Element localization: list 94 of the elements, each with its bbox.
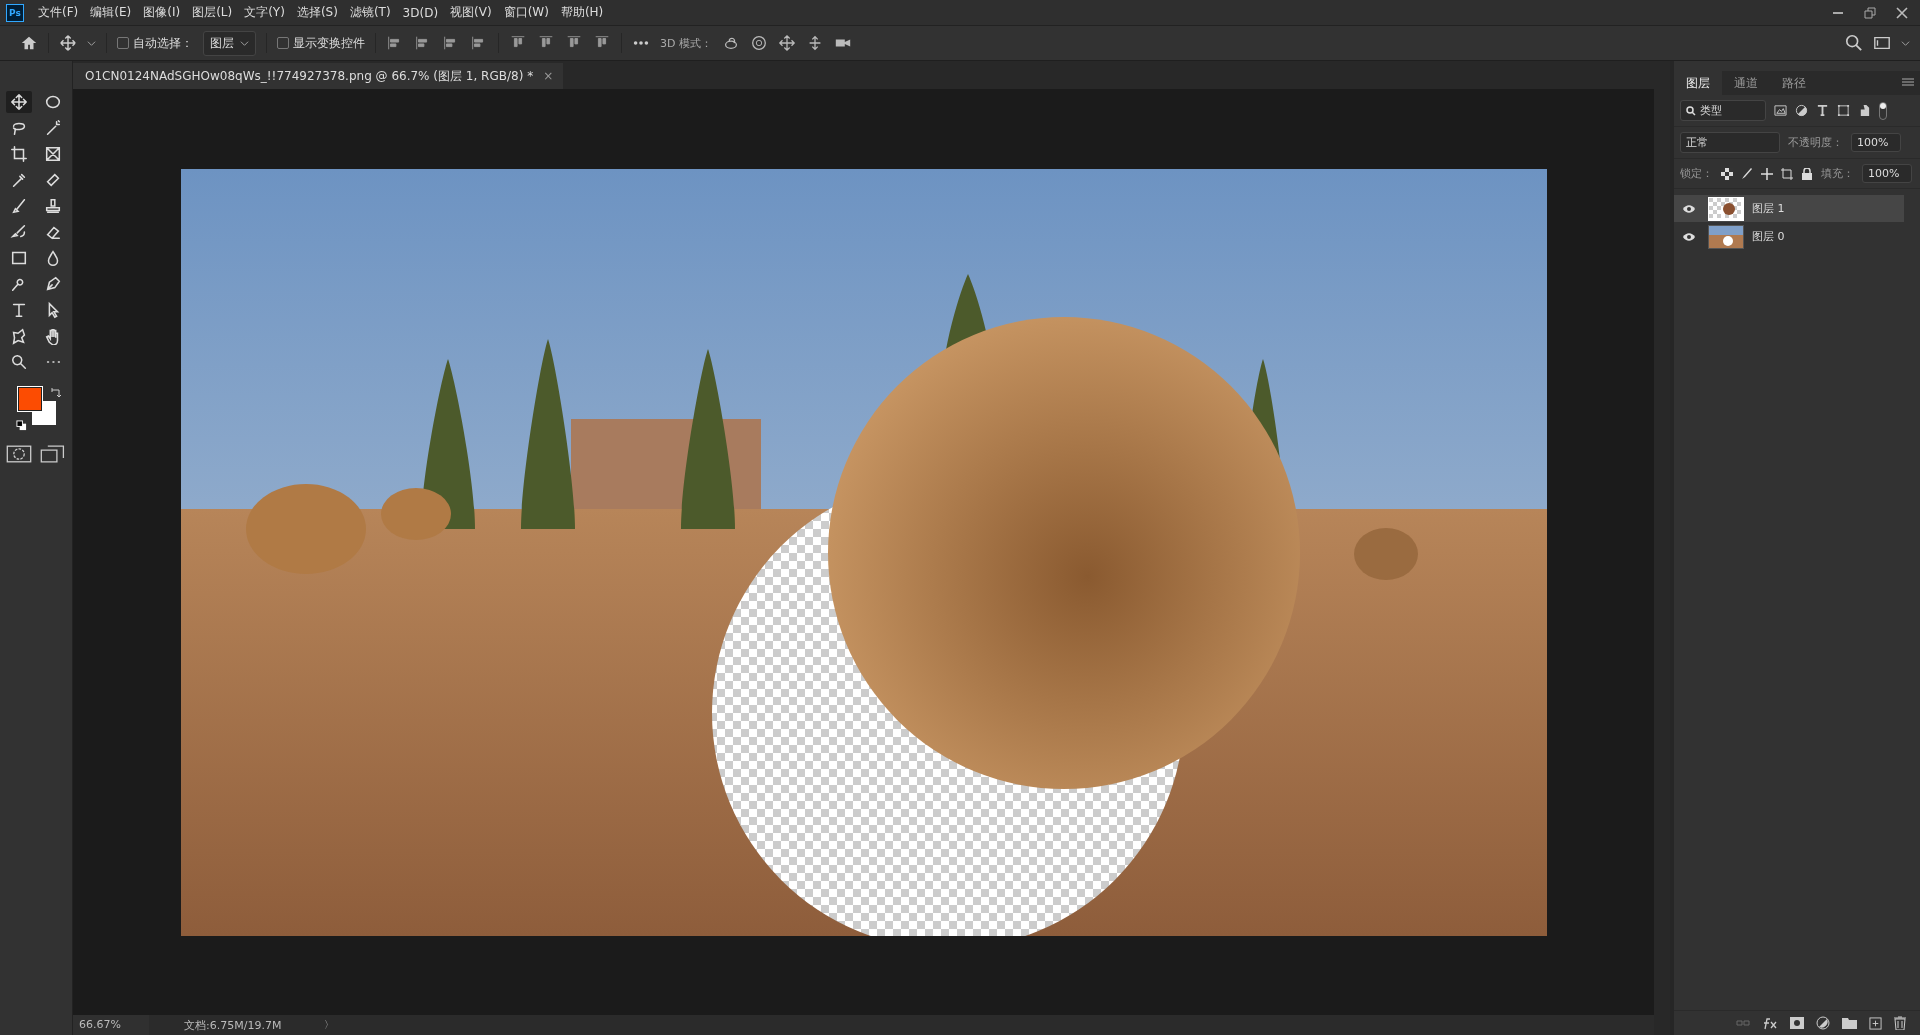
eye-icon[interactable] <box>1682 231 1696 242</box>
lock-icon[interactable] <box>1801 167 1813 180</box>
document-size: 文档:6.75M/19.7M <box>184 1017 283 1033</box>
move-tool[interactable] <box>6 91 32 113</box>
search-icon <box>1686 105 1696 116</box>
effects-icon[interactable] <box>1762 1016 1778 1030</box>
document-tab[interactable]: O1CN0124NAdSGHOw08qWs_!!774927378.png @ 66.7% (图层 1, RGB/8) * × <box>73 63 564 89</box>
frame-icon <box>44 145 62 163</box>
close-icon <box>1896 6 1908 19</box>
opacity-label: 不透明度： <box>1788 135 1843 150</box>
menu-item[interactable]: 文件(F) <box>38 4 79 21</box>
shape-icon <box>10 327 28 345</box>
lock-pixels-icon[interactable] <box>1721 167 1733 180</box>
image-filter-icon[interactable] <box>1774 104 1787 117</box>
layer-name: 图层 1 <box>1752 201 1785 216</box>
caret-icon[interactable] <box>87 38 96 48</box>
lock-label: 锁定： <box>1680 166 1713 181</box>
eyedropper-icon <box>10 171 28 189</box>
smart-object-filter-icon[interactable] <box>1858 104 1871 117</box>
panel-tab[interactable]: 路径 <box>1770 70 1818 96</box>
menu-item[interactable]: 帮助(H) <box>560 4 604 21</box>
pan-icon[interactable] <box>777 34 796 52</box>
adjustment-icon[interactable] <box>1816 1016 1830 1030</box>
type-icon <box>10 301 28 319</box>
brush-icon[interactable] <box>1741 167 1753 180</box>
folder-icon[interactable] <box>1842 1017 1857 1029</box>
shape-filter-icon[interactable] <box>1837 104 1850 117</box>
fill-label: 填充： <box>1821 166 1854 181</box>
brush-icon <box>10 197 28 215</box>
caret-icon[interactable] <box>1901 38 1910 48</box>
layer-name: 图层 0 <box>1752 229 1785 244</box>
checkbox[interactable] <box>277 37 289 49</box>
checkbox[interactable] <box>117 37 129 49</box>
layer-thumbnail <box>1708 196 1744 221</box>
zoom-icon <box>10 353 28 371</box>
auto-select-label: 自动选择： <box>133 34 193 52</box>
move-icon[interactable] <box>1761 167 1773 180</box>
layer-row[interactable]: 图层 0 <box>1674 223 1904 250</box>
close-tab-button[interactable]: × <box>543 69 554 83</box>
magic-wand-icon <box>44 119 62 137</box>
stamp-icon <box>44 197 62 215</box>
mask-icon[interactable] <box>1790 1017 1804 1029</box>
screen-mode-icon[interactable] <box>40 443 66 465</box>
fill-field[interactable]: 100% <box>1862 164 1912 183</box>
zoom-level[interactable]: 66.67% <box>73 1015 149 1035</box>
minimize-icon <box>1832 11 1844 14</box>
quick-mask-icon[interactable] <box>6 443 32 465</box>
target-dropdown[interactable]: 图层 <box>203 30 256 56</box>
pen-icon <box>44 275 62 293</box>
workspace-icon[interactable] <box>1873 34 1891 52</box>
move-icon <box>10 93 28 111</box>
menu-item[interactable]: 窗口(W) <box>503 4 549 21</box>
opacity-field[interactable]: 100% <box>1851 133 1901 152</box>
menu-item[interactable]: 文字(Y) <box>244 4 285 21</box>
caret-icon <box>240 38 249 48</box>
menu-item[interactable]: 图像(I) <box>143 4 181 21</box>
adjustment-filter-icon[interactable] <box>1795 104 1808 117</box>
artboard-icon[interactable] <box>1781 167 1793 180</box>
3d-mode-label: 3D 模式： <box>660 35 712 51</box>
filter-toggle[interactable] <box>1879 101 1887 120</box>
new-layer-icon[interactable] <box>1869 1016 1882 1030</box>
panel-tab[interactable]: 图层 <box>1674 70 1722 96</box>
restore-icon <box>1864 6 1876 19</box>
default-colors-icon[interactable] <box>16 420 27 431</box>
swap-icon[interactable] <box>50 387 62 399</box>
document-title: O1CN0124NAdSGHOw08qWs_!!774927378.png @ 66.7% (图层 1, RGB/8) * <box>85 67 534 85</box>
blend-mode-dropdown[interactable]: 正常 <box>1680 132 1780 153</box>
panel-tab[interactable]: 通道 <box>1722 70 1770 96</box>
app-logo[interactable]: Ps <box>6 3 24 22</box>
transform-controls-label: 显示变换控件 <box>293 34 365 52</box>
more-icon <box>44 360 62 364</box>
home-icon[interactable] <box>20 34 38 52</box>
trash-icon[interactable] <box>1894 1016 1906 1030</box>
menu-item[interactable]: 选择(S) <box>296 4 338 21</box>
search-icon[interactable] <box>1845 34 1863 52</box>
history-brush-icon <box>10 223 28 241</box>
filter-dropdown[interactable]: 类型 <box>1680 100 1766 121</box>
menu-item[interactable]: 滤镜(T) <box>349 4 391 21</box>
background-color-swatch[interactable] <box>32 401 56 425</box>
menu-item[interactable]: 图层(L) <box>192 4 233 21</box>
layer-row[interactable]: 图层 1 <box>1674 195 1904 222</box>
menu-item[interactable]: 编辑(E) <box>90 4 132 21</box>
crop-icon <box>10 145 28 163</box>
menu-icon[interactable] <box>1902 78 1914 88</box>
move-icon[interactable] <box>59 34 77 52</box>
layer-thumbnail <box>1708 224 1744 249</box>
menu-item[interactable]: 3D(D) <box>402 5 439 20</box>
roll-icon[interactable] <box>749 34 768 52</box>
foreground-color-swatch[interactable] <box>18 387 42 411</box>
eye-icon[interactable] <box>1682 203 1696 214</box>
marquee-icon <box>44 93 62 111</box>
status-menu-arrow[interactable]: 〉 <box>324 1018 334 1032</box>
type-filter-icon[interactable] <box>1816 104 1829 117</box>
menu-item[interactable]: 视图(V) <box>450 4 492 21</box>
